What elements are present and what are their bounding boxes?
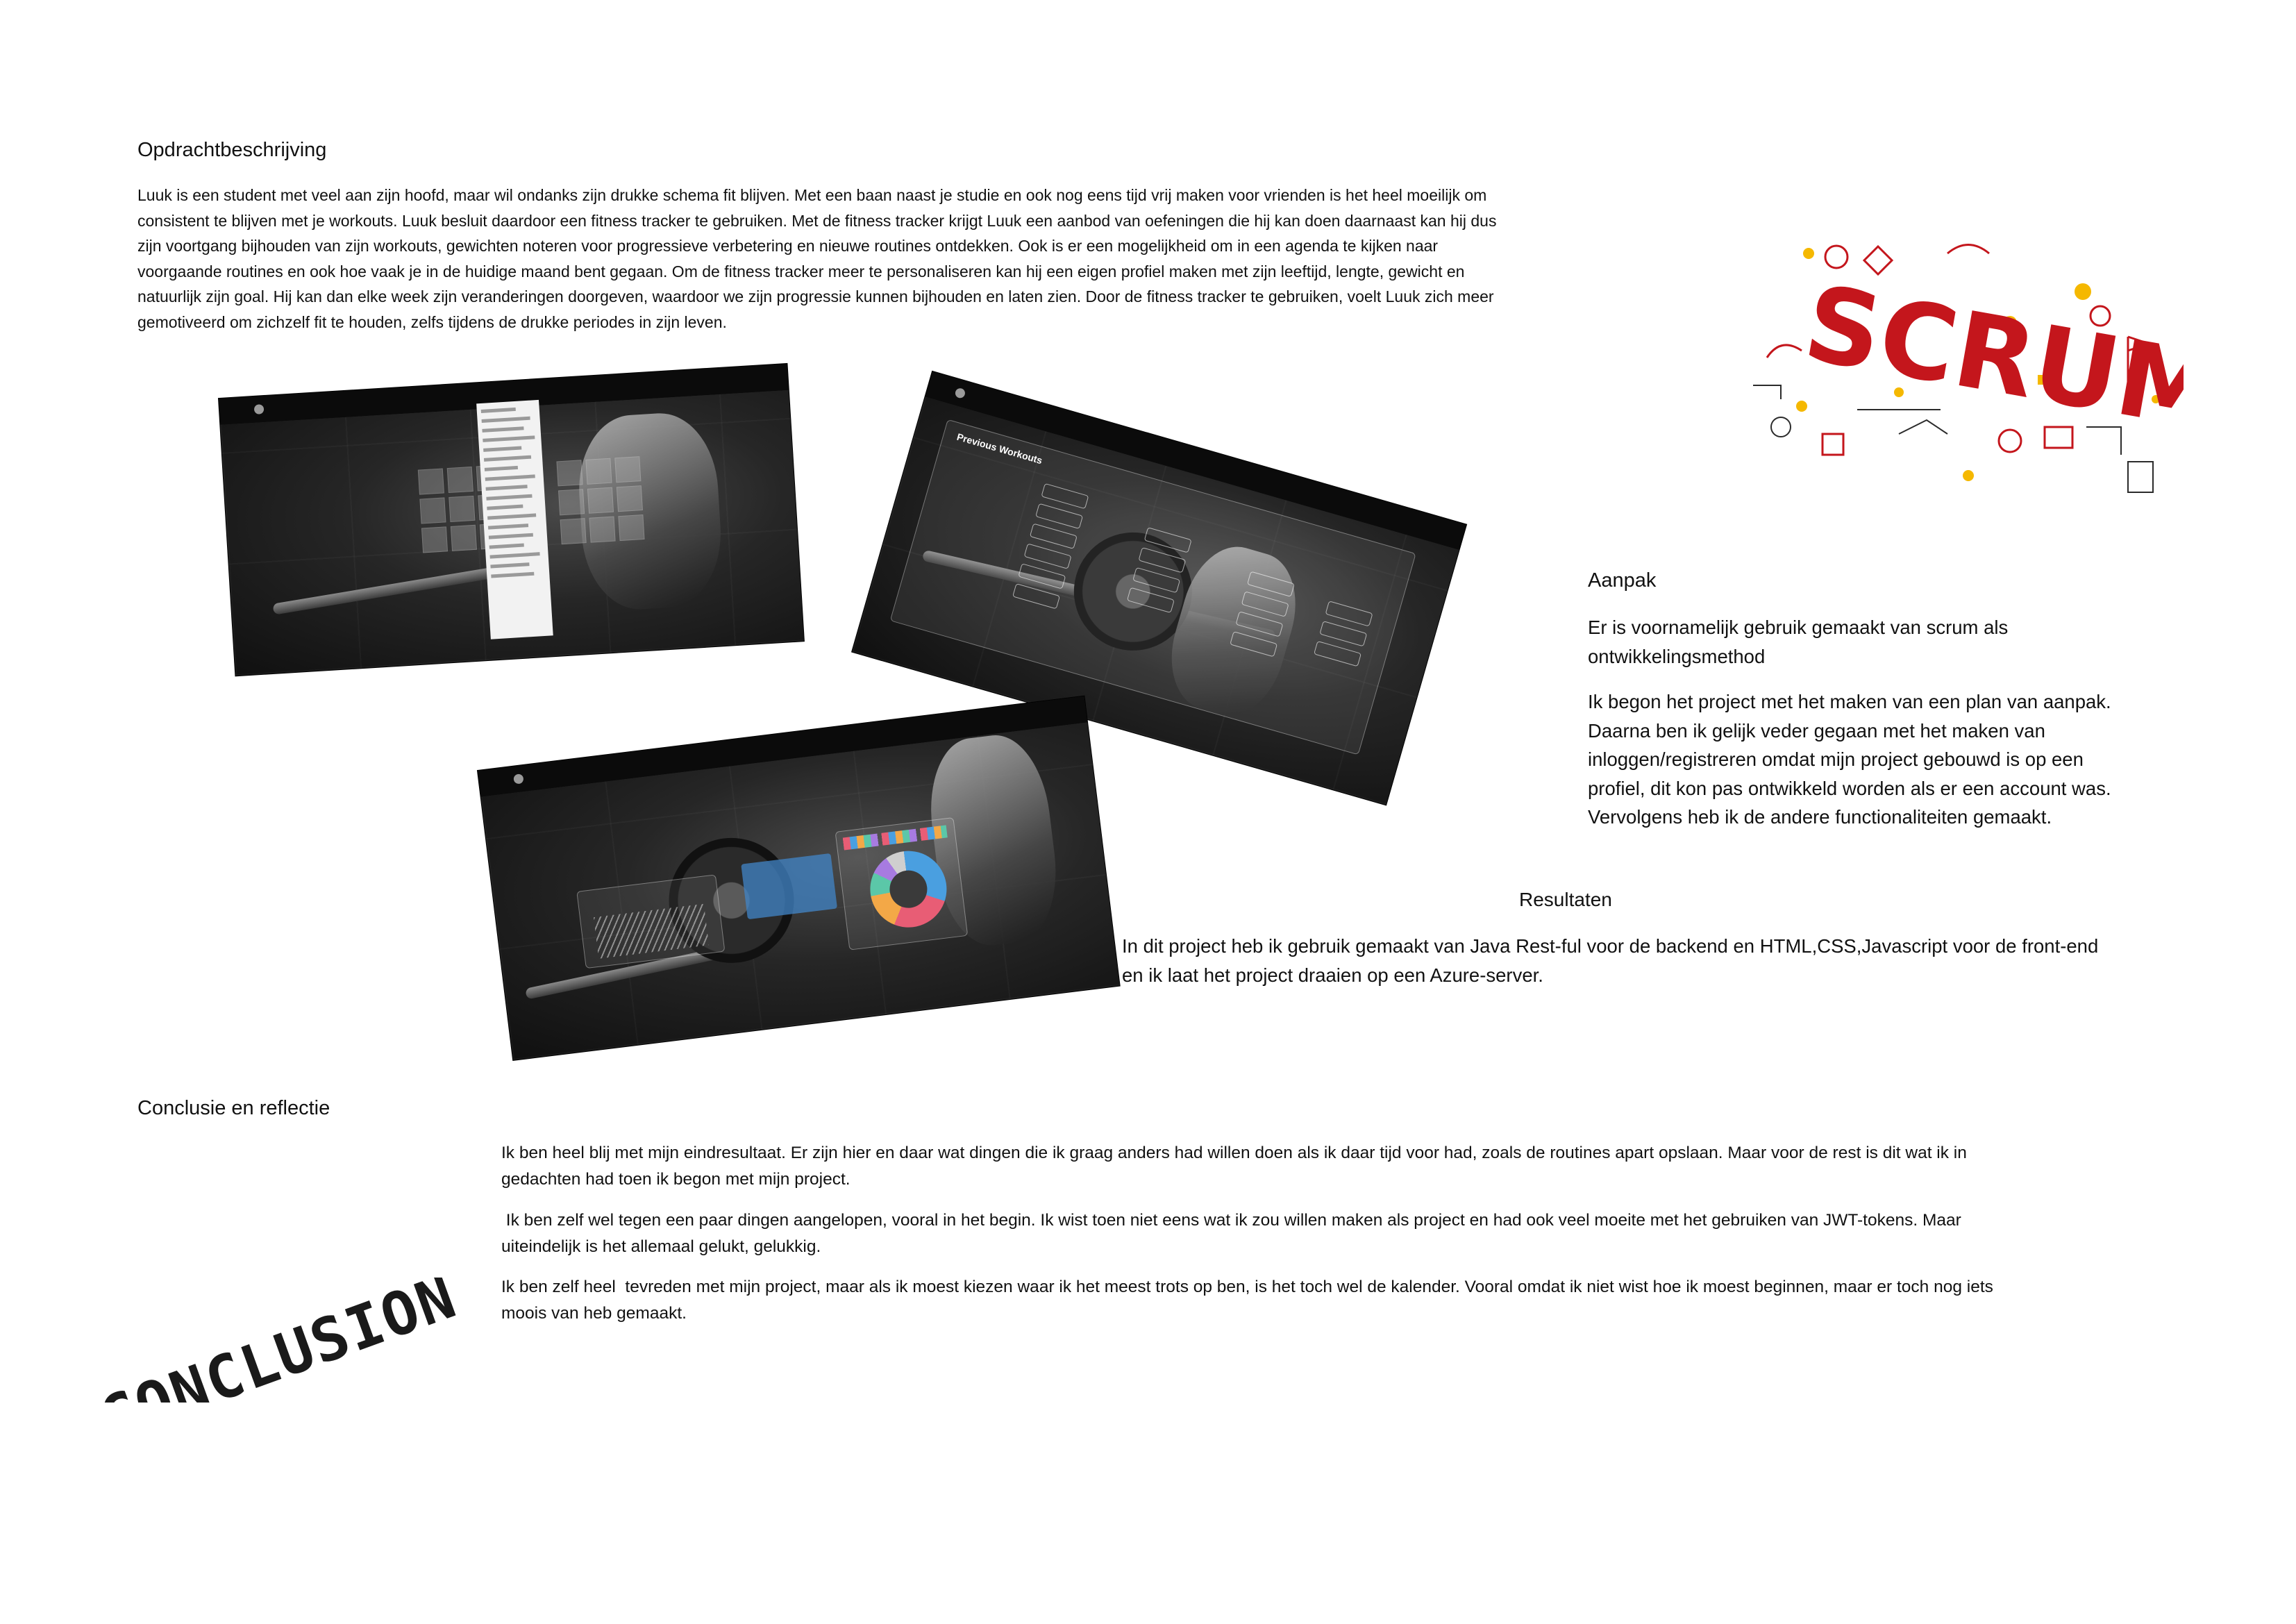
calendar-day[interactable] — [616, 485, 643, 512]
calendar-day[interactable] — [450, 524, 477, 551]
calendar-day[interactable] — [419, 497, 446, 524]
scrum-logo-text: SCRUM — [1796, 263, 2184, 455]
conclusie-para1: Ik ben heel blij met mijn eindresultaat.… — [501, 1140, 2181, 1193]
text-line: natuurlijk zijn goal. Hij kan dan elke w… — [137, 287, 1494, 305]
conclusie-heading: Conclusie en reflectie — [137, 1097, 330, 1119]
conclusie-para2: Ik ben zelf wel tegen een paar dingen aa… — [501, 1207, 2181, 1260]
resultaten-text: In dit project heb ik gebruik gemaakt va… — [1122, 932, 2274, 989]
calendar-day[interactable] — [614, 456, 642, 483]
progress-screenshot — [478, 696, 1120, 1060]
aanpak-para1: Er is voornamelijk gebruik gemaakt van s… — [1588, 613, 2254, 671]
scrum-graphic: SCRUM — [1753, 244, 2231, 493]
text-line: Ik ben zelf heel tevreden met mijn proje… — [501, 1278, 1993, 1296]
text-line: consistent te blijven met je workouts. L… — [137, 211, 1497, 230]
calendar-day[interactable] — [417, 468, 444, 495]
blue-card — [741, 853, 838, 920]
text-line: gemotiveerd om zichzelf fit te houden, z… — [137, 312, 727, 331]
text-line: moois van heb gemaakt. — [501, 1304, 687, 1323]
text-line: voorgaande routines en ook hoe vaak je i… — [137, 262, 1465, 281]
scrum-illustration: SCRUM — [1739, 226, 2231, 517]
text-line: Er is voornamelijk gebruik gemaakt van s… — [1588, 617, 2009, 638]
conclusion-stamp-text: CONCLUSION — [91, 1278, 462, 1403]
resultaten-heading: Resultaten — [1519, 889, 1612, 910]
aanpak-heading: Aanpak — [1588, 569, 1657, 592]
calendar-day[interactable] — [558, 489, 585, 516]
text-line: In dit project heb ik gebruik gemaakt va… — [1122, 935, 2099, 957]
text-line: Ik ben heel blij met mijn eindresultaat.… — [501, 1144, 1967, 1162]
conclusie-para3: Ik ben zelf heel tevreden met mijn proje… — [501, 1274, 2181, 1327]
calendar-day[interactable] — [618, 514, 645, 542]
calendar-day[interactable] — [587, 487, 614, 514]
calendar-day[interactable] — [589, 516, 616, 543]
conclusion-stamp: CONCLUSION — [73, 1262, 466, 1455]
text-line: Vervolgens heb ik de andere functionalit… — [1588, 806, 2052, 828]
text-line: zijn voortgang bijhouden van zijn workou… — [137, 237, 1439, 255]
text-line: profiel, dit kon pas ontwikkeld worden a… — [1588, 777, 2111, 799]
calendar-day[interactable] — [556, 460, 583, 487]
calendar-grid-right — [556, 456, 645, 545]
text-line: Luuk is een student met veel aan zijn ho… — [137, 186, 1487, 204]
calendar-day[interactable] — [421, 526, 449, 553]
calendar-day[interactable] — [560, 518, 587, 545]
text-line: gedachten had toen ik begon met mijn pro… — [501, 1170, 850, 1189]
calendar-screenshot — [219, 363, 804, 676]
aanpak-para2: Ik begon het project met het maken van e… — [1588, 687, 2268, 832]
text-line: Daarna ben ik gelijk veder gegaan met he… — [1588, 719, 2045, 742]
donut-hole — [887, 868, 930, 910]
calendar-day[interactable] — [585, 458, 612, 485]
conclusion-stamp-graphic: CONCLUSION — [91, 1262, 466, 1455]
text-line: ontwikkelingsmethod — [1588, 645, 1766, 667]
calendar-day[interactable] — [449, 495, 476, 522]
calendar-day[interactable] — [446, 466, 474, 494]
text-line: en ik laat het project draaien op een Az… — [1122, 964, 1543, 986]
text-line: uiteindelijk is het allemaal gelukt, gel… — [501, 1237, 821, 1256]
opdracht-text: Luuk is een student met veel aan zijn ho… — [137, 183, 1679, 335]
text-line: Ik begon het project met het maken van e… — [1588, 691, 2111, 712]
text-line: Ik ben zelf wel tegen een paar dingen aa… — [501, 1211, 1961, 1230]
opdracht-heading: Opdrachtbeschrijving — [137, 139, 327, 161]
text-line: inloggen/registreren omdat mijn project … — [1588, 748, 2084, 770]
